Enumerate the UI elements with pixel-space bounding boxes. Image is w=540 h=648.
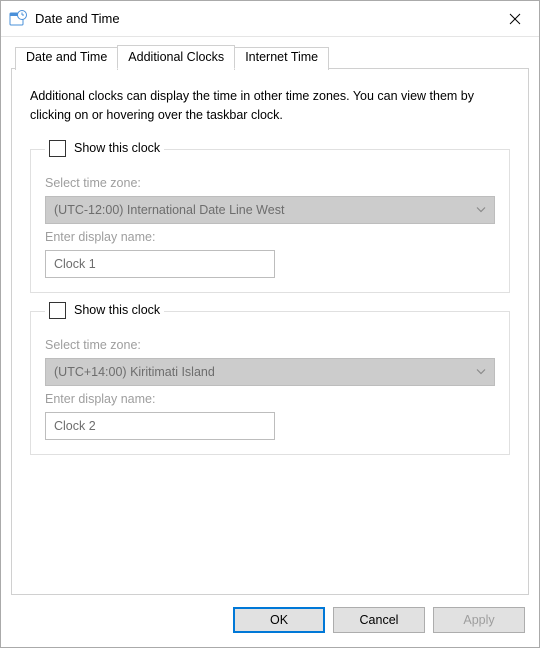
tab-internet-time[interactable]: Internet Time bbox=[234, 47, 329, 70]
clock1-displayname-label: Enter display name: bbox=[45, 230, 495, 244]
clock2-legend: Show this clock bbox=[45, 302, 164, 319]
clock2-show-checkbox[interactable] bbox=[49, 302, 66, 319]
tab-date-time[interactable]: Date and Time bbox=[15, 47, 118, 70]
clock2-timezone-select[interactable]: (UTC+14:00) Kiritimati Island bbox=[45, 358, 495, 386]
clock1-legend: Show this clock bbox=[45, 140, 164, 157]
clock1-timezone-value: (UTC-12:00) International Date Line West bbox=[54, 203, 284, 217]
tab-content-additional-clocks: Additional clocks can display the time i… bbox=[11, 68, 529, 595]
clock2-displayname-input[interactable] bbox=[45, 412, 275, 440]
dialog-buttons: OK Cancel Apply bbox=[1, 595, 539, 647]
clock2-group: Show this clock Select time zone: (UTC+1… bbox=[30, 311, 510, 455]
clock2-displayname-label: Enter display name: bbox=[45, 392, 495, 406]
window-title: Date and Time bbox=[35, 11, 491, 26]
clock1-displayname-input[interactable] bbox=[45, 250, 275, 278]
clock1-show-label: Show this clock bbox=[74, 141, 160, 155]
clock2-timezone-value: (UTC+14:00) Kiritimati Island bbox=[54, 365, 215, 379]
clock2-timezone-label: Select time zone: bbox=[45, 338, 495, 352]
apply-button[interactable]: Apply bbox=[433, 607, 525, 633]
clock2-show-label: Show this clock bbox=[74, 303, 160, 317]
clock1-timezone-label: Select time zone: bbox=[45, 176, 495, 190]
tabs: Date and Time Additional Clocks Internet… bbox=[15, 45, 529, 68]
close-icon bbox=[509, 13, 521, 25]
tab-additional-clocks[interactable]: Additional Clocks bbox=[117, 45, 235, 69]
description-text: Additional clocks can display the time i… bbox=[30, 87, 510, 125]
cancel-button[interactable]: Cancel bbox=[333, 607, 425, 633]
date-time-icon bbox=[9, 10, 27, 28]
chevron-down-icon bbox=[476, 204, 486, 215]
clock1-show-checkbox[interactable] bbox=[49, 140, 66, 157]
clock1-timezone-select[interactable]: (UTC-12:00) International Date Line West bbox=[45, 196, 495, 224]
titlebar: Date and Time bbox=[1, 1, 539, 37]
ok-button[interactable]: OK bbox=[233, 607, 325, 633]
close-button[interactable] bbox=[491, 1, 539, 37]
clock1-group: Show this clock Select time zone: (UTC-1… bbox=[30, 149, 510, 293]
chevron-down-icon bbox=[476, 366, 486, 377]
tab-area: Date and Time Additional Clocks Internet… bbox=[1, 37, 539, 595]
date-time-dialog: Date and Time Date and Time Additional C… bbox=[0, 0, 540, 648]
